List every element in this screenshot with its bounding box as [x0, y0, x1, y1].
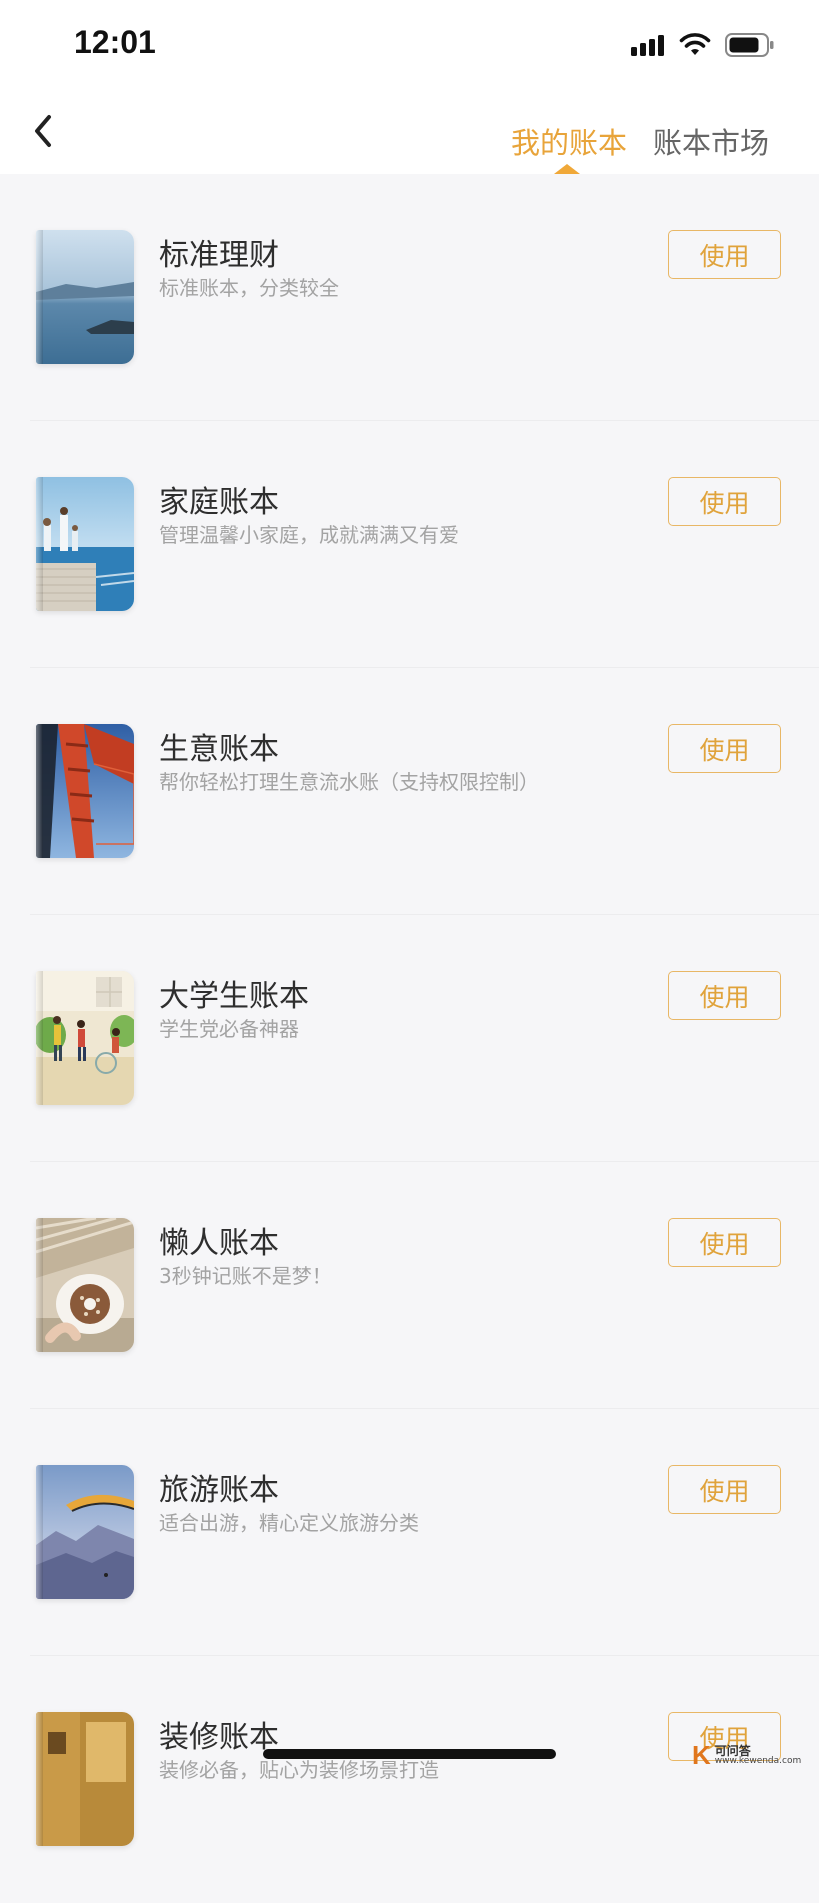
book-desc: 学生党必备神器: [159, 1017, 299, 1041]
book-title: 懒人账本: [159, 1226, 279, 1261]
status-time: 12:01: [74, 24, 156, 60]
status-icons: [631, 30, 775, 60]
back-button[interactable]: [18, 106, 68, 156]
book-cover-students[interactable]: [36, 971, 134, 1105]
use-button[interactable]: 使用: [668, 724, 781, 773]
book-cover-lake[interactable]: [36, 230, 134, 364]
watermark-url: www.kewenda.com: [714, 1756, 802, 1766]
use-button[interactable]: 使用: [668, 477, 781, 526]
use-button[interactable]: 使用: [668, 230, 781, 279]
cellular-signal-icon: [631, 35, 664, 56]
use-button[interactable]: 使用: [668, 971, 781, 1020]
book-title: 标准理财: [159, 238, 279, 273]
list-item: 标准理财 标准账本，分类较全 使用: [0, 174, 819, 421]
status-bar: 12:01: [0, 0, 819, 90]
book-cover-donut[interactable]: [36, 1218, 134, 1352]
chevron-left-icon: [35, 115, 51, 147]
home-indicator[interactable]: [263, 1749, 556, 1759]
list-item: 懒人账本 3秒钟记账不是梦！ 使用: [0, 1162, 819, 1409]
battery-icon: [725, 33, 774, 57]
list-item: 生意账本 帮你轻松打理生意流水账（支持权限控制） 使用: [0, 668, 819, 915]
use-button[interactable]: 使用: [668, 1218, 781, 1267]
watermark-logo: K: [692, 1740, 711, 1770]
book-desc: 标准账本，分类较全: [159, 276, 339, 300]
list-item: 大学生账本 学生党必备神器 使用: [0, 915, 819, 1162]
use-button[interactable]: 使用: [668, 1465, 781, 1514]
list-item: 家庭账本 管理温馨小家庭，成就满满又有爱 使用: [0, 421, 819, 668]
book-cover-paraglider[interactable]: [36, 1465, 134, 1599]
wifi-icon: [679, 33, 711, 55]
book-cover-interior[interactable]: [36, 1712, 134, 1846]
list-item: 旅游账本 适合出游，精心定义旅游分类 使用: [0, 1409, 819, 1656]
book-desc: 3秒钟记账不是梦！: [159, 1264, 332, 1288]
book-title: 旅游账本: [159, 1473, 279, 1508]
book-cover-bridge[interactable]: [36, 724, 134, 858]
active-tab-indicator: [554, 164, 580, 174]
book-desc: 适合出游，精心定义旅游分类: [159, 1511, 419, 1535]
watermark: K 可问答 www.kewenda.com: [692, 1740, 801, 1771]
nav-bar: 我的账本 账本市场: [0, 90, 819, 174]
list-item: 装修账本 装修必备，贴心为装修场景打造 使用: [0, 1656, 819, 1903]
book-desc: 管理温馨小家庭，成就满满又有爱: [159, 523, 459, 547]
book-desc: 帮你轻松打理生意流水账（支持权限控制）: [159, 770, 539, 794]
tab-book-market[interactable]: 账本市场: [653, 120, 769, 162]
book-title: 大学生账本: [159, 979, 309, 1014]
book-title: 生意账本: [159, 732, 279, 767]
book-title: 装修账本: [159, 1720, 279, 1755]
tab-my-books[interactable]: 我的账本: [511, 120, 627, 162]
book-title: 家庭账本: [159, 485, 279, 520]
book-cover-family[interactable]: [36, 477, 134, 611]
